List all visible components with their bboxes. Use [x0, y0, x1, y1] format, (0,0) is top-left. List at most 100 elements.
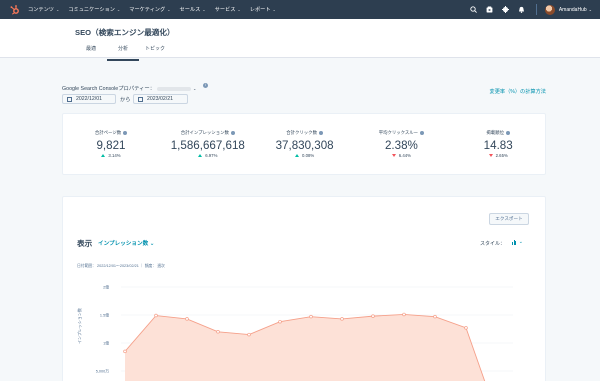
top-nav: コンテンツ ⌄ コミュニケーション ⌄ マーケティング ⌄ セールス ⌄ サービス ⌄ レポート ⌄ … [0, 0, 600, 19]
property-selector[interactable]: Google Search Consoleプロパティー： ⌄ [62, 84, 196, 92]
arrow-down-icon [391, 154, 396, 158]
chart-card: エクスポート 表示 インプレッション数 ⌄ スタイル： ⌄ 日付範囲： 2022… [62, 196, 546, 381]
chevron-down-icon: ⌄ [116, 7, 121, 12]
arrow-down-icon [488, 154, 493, 158]
nav-item-label: サービス [214, 7, 236, 13]
tab-2[interactable]: トピック [139, 45, 171, 61]
info-icon[interactable] [505, 130, 510, 135]
arrow-up-icon [198, 154, 203, 158]
kpi-change: 0.08% [257, 153, 353, 158]
kpi-value: 37,830,308 [275, 139, 334, 152]
data-point[interactable] [154, 313, 158, 318]
search-icon[interactable] [470, 6, 478, 14]
y-tick-label: 1億 [103, 340, 109, 345]
tab-0[interactable]: 最適 [75, 45, 107, 61]
hubspot-logo-icon[interactable] [6, 0, 24, 19]
property-label: Google Search Consoleプロパティー： [62, 86, 156, 92]
chevron-down-icon: ⌄ [588, 6, 592, 12]
kpi-change: 6.44% [353, 153, 449, 158]
info-icon[interactable] [123, 130, 128, 135]
kpi-change-value: 6.97% [205, 153, 218, 158]
kpi-change: 3.14% [63, 153, 159, 158]
info-icon[interactable] [230, 130, 235, 135]
kpi-change-value: 6.44% [398, 153, 411, 158]
account-name: AmandaHub [558, 6, 587, 13]
page-header: SEO（検索エンジン最適化） 最適 分析 トピック [0, 19, 600, 61]
end-date-value: 2023/02/21 [147, 96, 173, 102]
kpi-value: 2.38% [384, 139, 418, 152]
nav-item-label: マーケティング [129, 7, 166, 13]
kpi-change: 2.65% [450, 153, 546, 158]
chevron-down-icon: ⌄ [202, 7, 206, 12]
nav-right: AmandaHub ⌄ [462, 0, 592, 19]
nav-item-label: コンテンツ [28, 7, 54, 13]
avatar[interactable] [544, 4, 555, 15]
data-point[interactable] [216, 330, 220, 334]
start-date-input[interactable]: 2022/12/01 [62, 94, 116, 104]
arrow-up-icon [101, 154, 106, 158]
chevron-down-icon: ⌄ [167, 7, 171, 12]
data-point[interactable] [464, 326, 468, 330]
tab-bar: 最適 分析 トピック [75, 45, 171, 61]
data-point[interactable] [402, 312, 406, 317]
kpi-label-text: 平均クリックスルー [378, 130, 419, 135]
kpi-3: 平均クリックスルー 2.38% 6.44% [353, 114, 449, 176]
kpi-change: 6.97% [160, 153, 256, 158]
end-date-input[interactable]: 2023/02/21 [133, 94, 188, 104]
nav-item-3[interactable]: セールス ⌄ [180, 6, 206, 13]
chevron-down-icon: ⌄ [55, 7, 60, 12]
kpi-value: 14.83 [483, 139, 513, 152]
info-icon[interactable] [420, 130, 425, 135]
data-point[interactable] [433, 314, 437, 319]
kpi-label-text: 合計クリック数 [286, 130, 317, 135]
date-range-separator: から [120, 97, 131, 103]
notification-icon[interactable] [518, 6, 526, 14]
calendar-icon [67, 96, 72, 102]
data-point[interactable] [185, 317, 189, 321]
kpi-label-text: 合計ページ数 [94, 130, 122, 135]
nav-item-4[interactable]: サービス ⌄ [215, 6, 241, 13]
nav-item-2[interactable]: マーケティング ⌄ [129, 6, 170, 13]
nav-item-label: レポート [249, 7, 271, 13]
nav-menu: コンテンツ ⌄ コミュニケーション ⌄ マーケティング ⌄ セールス ⌄ サービス ⌄ レポート ⌄ [28, 6, 285, 13]
chevron-down-icon: ⌄ [272, 7, 276, 12]
info-icon[interactable]: i [203, 83, 208, 88]
kpi-label: 平均クリックスルー [353, 130, 449, 136]
y-tick-label: 5,000万 [96, 369, 110, 373]
area-fill [125, 314, 485, 381]
kpi-value: 1,586,667,618 [170, 139, 245, 152]
kpi-change-value: 0.08% [302, 153, 315, 158]
impressions-area-chart: 2億 1.5億 1億 5,000万 [96, 284, 513, 381]
data-point[interactable] [309, 314, 313, 319]
kpi-summary-card: 合計ページ数 9,821 3.14% 合計インプレッション数 1,586,667,618… [62, 113, 546, 175]
chevron-down-icon: ⌄ [237, 7, 241, 12]
kpi-change-value: 3.14% [108, 153, 121, 158]
kpi-label-text: 掲載順位 [486, 130, 504, 135]
kpi-4: 掲載順位 14.83 2.65% [450, 114, 546, 176]
kpi-label: 合計インプレッション数 [160, 130, 256, 136]
info-icon[interactable] [318, 130, 323, 135]
nav-item-0[interactable]: コンテンツ ⌄ [28, 6, 59, 13]
y-tick-label: 2億 [103, 284, 109, 289]
marketplace-icon[interactable] [486, 6, 494, 14]
data-point[interactable] [340, 317, 344, 321]
tab-1[interactable]: 分析 [107, 45, 139, 61]
start-date-value: 2022/12/01 [76, 96, 102, 102]
property-value-redacted [157, 86, 192, 91]
calculation-method-link[interactable]: 変更率（%）の計算方法 [490, 88, 547, 95]
kpi-1: 合計インプレッション数 1,586,667,618 6.97% [160, 114, 256, 176]
kpi-label: 合計ページ数 [63, 130, 159, 136]
nav-item-5[interactable]: レポート ⌄ [250, 6, 276, 13]
kpi-label-text: 合計インプレッション数 [180, 130, 229, 135]
nav-item-label: コミュニケーション [68, 7, 115, 13]
nav-item-1[interactable]: コミュニケーション ⌄ [68, 6, 120, 13]
page-title: SEO（検索エンジン最適化） [75, 28, 175, 37]
data-point[interactable] [247, 332, 251, 337]
data-point[interactable] [371, 314, 375, 318]
data-point[interactable] [123, 349, 127, 354]
gear-icon[interactable] [502, 6, 510, 14]
calendar-icon [138, 96, 143, 102]
data-point[interactable] [278, 319, 282, 324]
account-menu[interactable]: AmandaHub ⌄ [559, 7, 592, 13]
arrow-up-icon [295, 154, 299, 158]
